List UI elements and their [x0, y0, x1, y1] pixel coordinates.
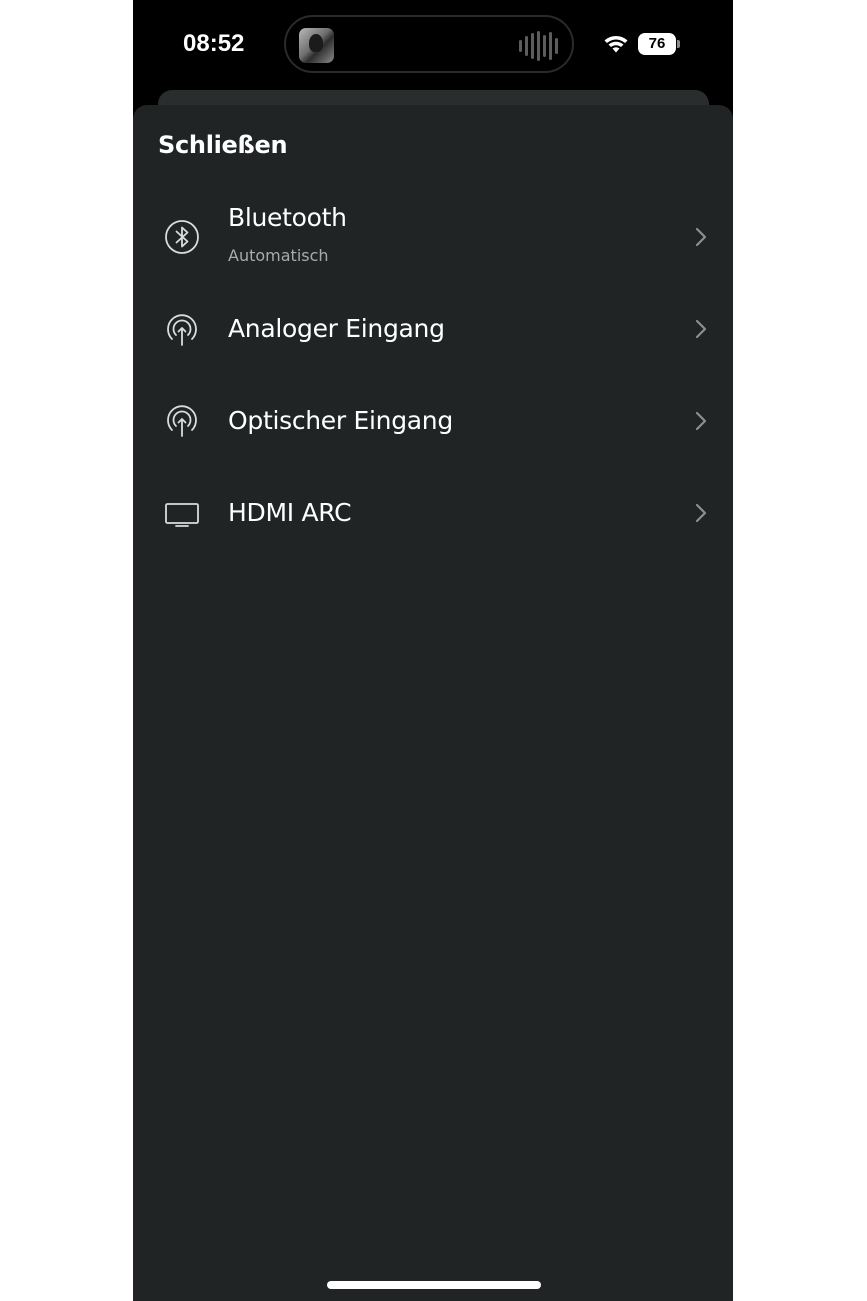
chevron-right-icon	[695, 319, 707, 339]
home-indicator[interactable]	[327, 1281, 541, 1289]
list-item-bluetooth[interactable]: Bluetooth Automatisch	[133, 191, 733, 281]
chevron-right-icon	[695, 503, 707, 523]
audio-input-icon	[167, 314, 197, 346]
status-time: 08:52	[183, 30, 245, 57]
dynamic-island[interactable]	[284, 15, 574, 73]
audio-source-sheet: Schließen Bluetooth Automatisch Analoger…	[133, 105, 733, 1301]
bluetooth-icon	[165, 220, 199, 254]
status-bar: 08:52 76	[133, 0, 733, 90]
list-item-optical-input[interactable]: Optischer Eingang	[133, 377, 733, 467]
chevron-right-icon	[695, 227, 707, 247]
audio-waveform-icon	[519, 30, 558, 62]
optical-input-title: Optischer Eingang	[228, 406, 453, 435]
album-art-icon	[299, 28, 334, 63]
wifi-icon	[604, 36, 628, 53]
list-item-hdmi-arc[interactable]: HDMI ARC	[133, 469, 733, 559]
battery-cap	[677, 40, 680, 48]
bluetooth-title: Bluetooth	[228, 203, 347, 232]
audio-input-icon	[167, 405, 197, 437]
analog-input-title: Analoger Eingang	[228, 314, 445, 343]
list-item-analog-input[interactable]: Analoger Eingang	[133, 285, 733, 375]
phone-screen: 08:52 76 Schließen Bluetooth Automatisch…	[133, 0, 733, 1301]
battery-icon: 76	[638, 33, 676, 55]
close-button[interactable]: Schließen	[158, 131, 288, 159]
chevron-right-icon	[695, 411, 707, 431]
hdmi-arc-title: HDMI ARC	[228, 498, 352, 527]
tv-icon	[165, 503, 199, 527]
bluetooth-subtitle: Automatisch	[228, 246, 329, 265]
